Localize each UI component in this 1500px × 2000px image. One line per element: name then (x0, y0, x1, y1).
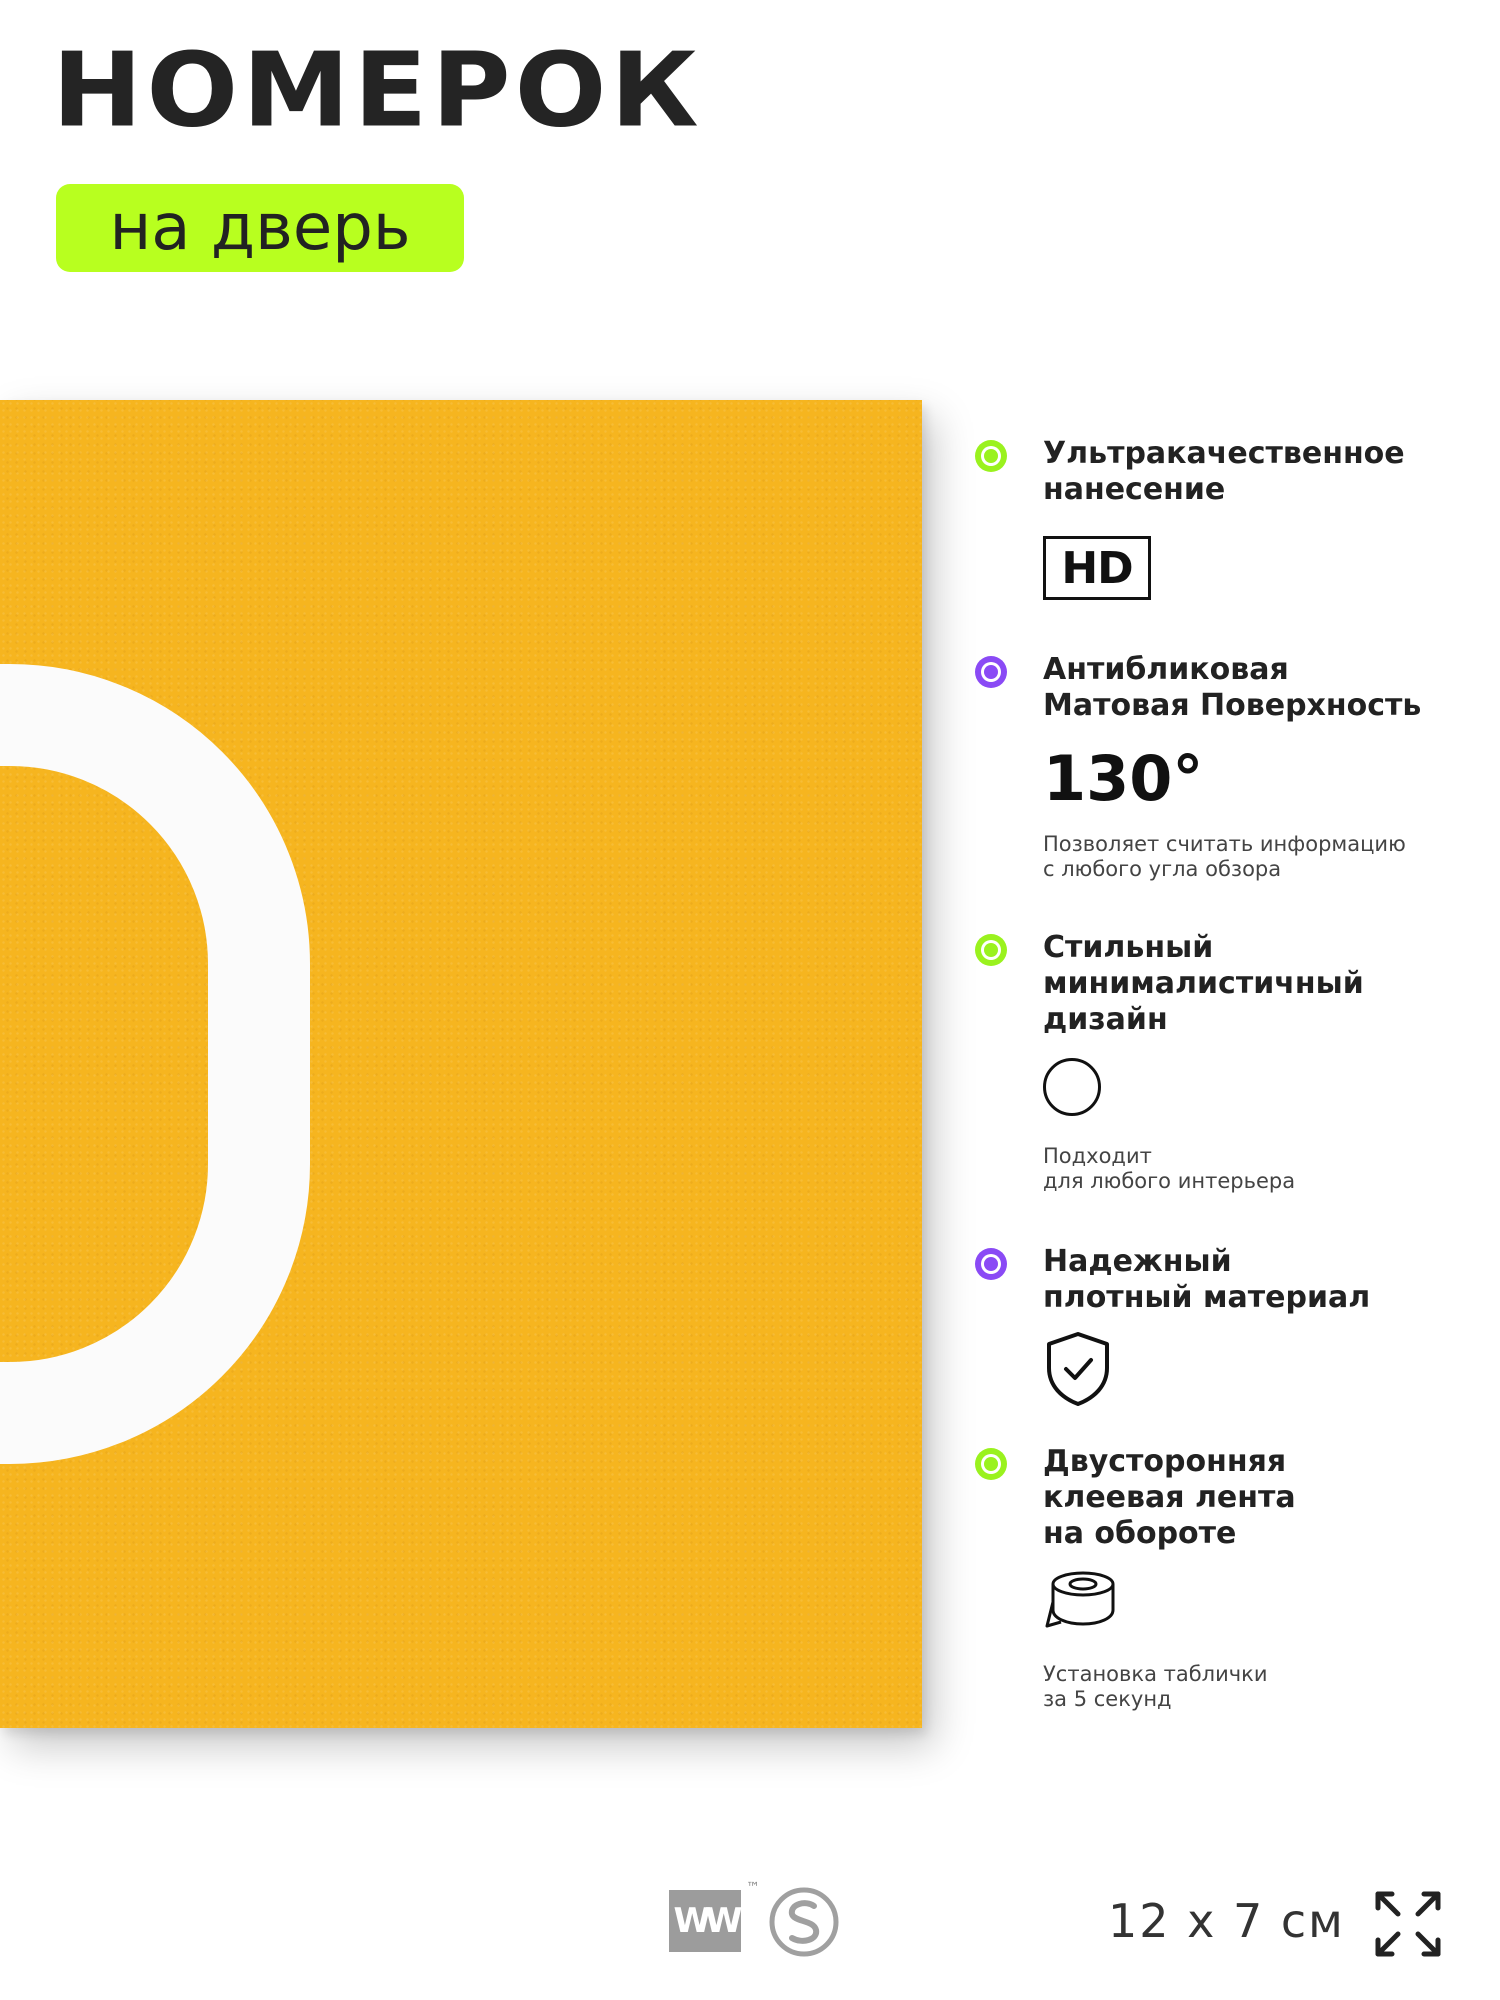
feature-title: Антибликовая Матовая Поверхность (1043, 652, 1422, 723)
feature-note: Установка таблички за 5 секунд (1043, 1662, 1268, 1711)
feature-title: Двусторонняя клеевая лента на обороте (1043, 1444, 1296, 1551)
tape-icon (1045, 1571, 1115, 1628)
bullet-icon (975, 1248, 1007, 1280)
size-label: 12 x 7 см (1108, 1894, 1345, 1948)
feature-title: Надежный плотный материал (1043, 1244, 1371, 1315)
bullet-icon (975, 656, 1007, 688)
bullet-icon (975, 440, 1007, 472)
brand-w-logo: WW (669, 1890, 742, 1952)
footer: WW ™ 12 x 7 см (0, 1860, 1500, 1960)
brand-s-logo (769, 1887, 839, 1957)
feature-note: Позволяет считать информацию с любого уг… (1043, 832, 1406, 881)
viewing-angle-value: 130° (1043, 742, 1204, 815)
circle-icon (1043, 1058, 1101, 1116)
brand-w-logo-text: W (673, 1901, 710, 1941)
shield-check-icon (1047, 1332, 1109, 1406)
product-title: НОМЕРОК (52, 31, 703, 151)
bullet-icon (975, 1448, 1007, 1480)
trademark-mark: ™ (746, 1880, 760, 1896)
expand-arrows-icon (1375, 1891, 1441, 1957)
bullet-icon (975, 934, 1007, 966)
subtitle-badge: на дверь (56, 184, 464, 272)
product-card: НОМЕРОК на дверь Ультракачественное нане… (0, 0, 1500, 2000)
feature-title: Ультракачественное нанесение (1043, 436, 1405, 507)
brand-w-logo-text: W (705, 1901, 742, 1941)
hd-icon: HD (1043, 536, 1151, 600)
door-number-sign (0, 400, 922, 1728)
feature-title: Стильный минималистичный дизайн (1043, 930, 1364, 1037)
feature-note: Подходит для любого интерьера (1043, 1144, 1296, 1193)
